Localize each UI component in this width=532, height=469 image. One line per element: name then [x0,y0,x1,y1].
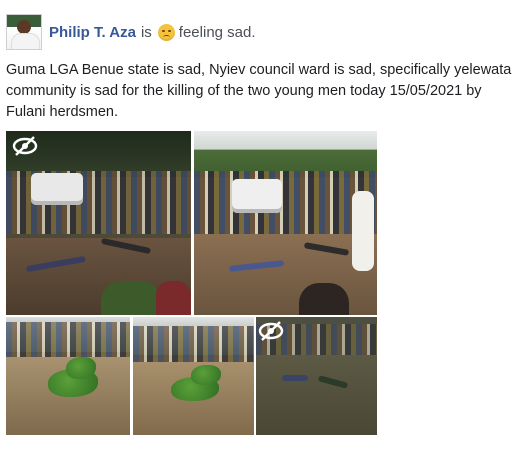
author-name-link[interactable]: Philip T. Aza [49,24,136,41]
eye-crossed-icon[interactable] [258,320,284,342]
eye-crossed-icon[interactable] [12,135,38,157]
post-text: Guma LGA Benue state is sad, Nyiev counc… [6,62,512,120]
photo-4[interactable] [133,317,254,435]
is-label: is [140,23,152,41]
feeling-label[interactable]: feeling sad. [179,24,256,41]
photo-3[interactable] [6,317,130,435]
photo-1[interactable] [6,131,191,315]
avatar[interactable] [6,14,42,50]
photo-5[interactable] [256,317,377,435]
post-author-line: Philip T. Aza is feeling sad. [49,23,256,41]
sad-face-emoji-icon [157,23,175,41]
post-header: Philip T. Aza is feeling sad. [6,12,256,52]
photo-2[interactable] [194,131,377,315]
